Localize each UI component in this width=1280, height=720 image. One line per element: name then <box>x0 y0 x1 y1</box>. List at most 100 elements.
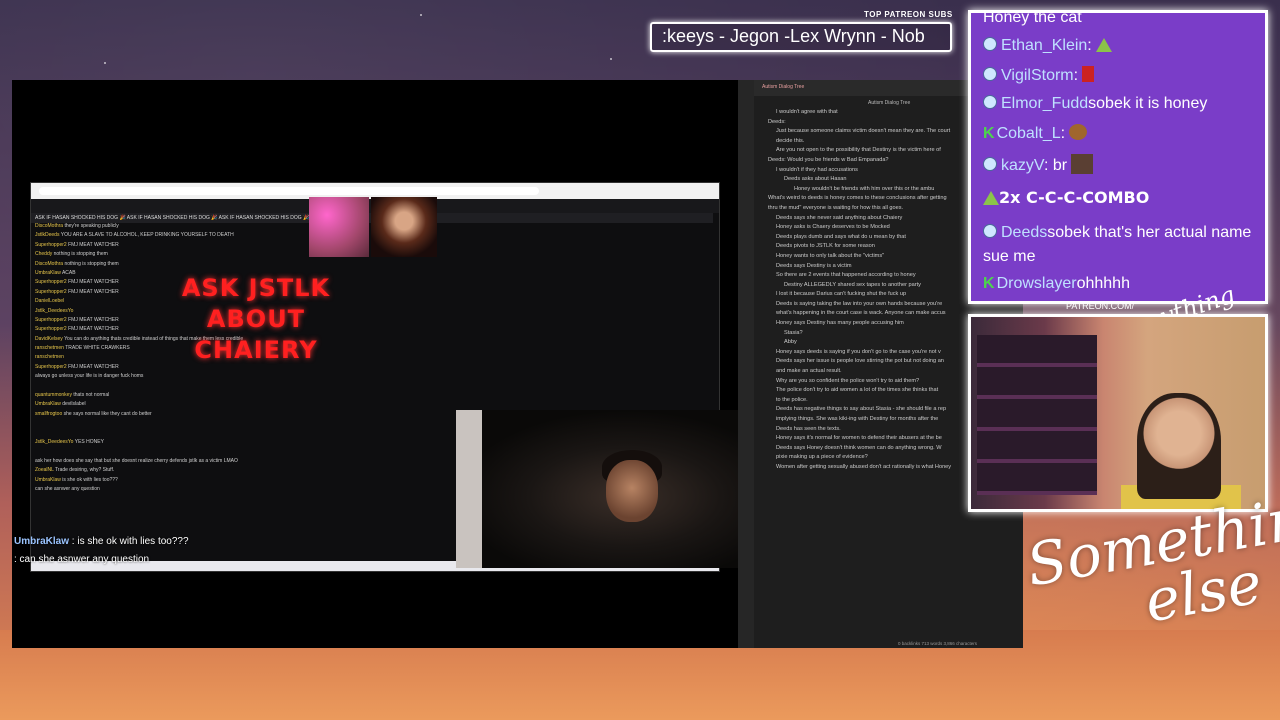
overlay-chat-user: UmbraKlaw <box>14 536 70 547</box>
chat-message: devilslabel <box>62 401 86 408</box>
top-patreon-subs-label: TOP PATREON SUBS <box>864 10 953 19</box>
platform-badge-icon <box>983 224 997 238</box>
chat-username[interactable]: ZoealNL <box>35 467 54 473</box>
chat-message: Trade desiring, why? Stuff. <box>55 467 115 474</box>
chat-message: ask her how does she say that but she do… <box>35 457 238 464</box>
top-patreon-subs-box: :keeys - Jegon -Lex Wrynn - Nob <box>650 22 952 52</box>
top-patreon-subs-text: :keeys - Jegon -Lex Wrynn - Nob <box>662 26 925 46</box>
chat-username[interactable]: Superhopper2 <box>35 279 67 285</box>
platform-badge-icon <box>983 37 997 51</box>
overlay-chat-text: sobek it is honey <box>1088 95 1208 112</box>
overlay-chat-message: kazyV: br <box>983 154 1094 175</box>
pyramid-emote-icon <box>1095 38 1112 52</box>
chat-message: FMJ MEAT WATCHER <box>68 326 119 333</box>
overlay-chat-text: : <box>1060 125 1066 142</box>
chat-message: she says normal like they cant do better <box>63 410 152 417</box>
chat-line: always go unless your life is in danger … <box>31 373 713 382</box>
chat-username[interactable]: quantummonkey <box>35 392 72 398</box>
chat-line: DiscoMothra nothing is stopping them <box>31 261 713 270</box>
overlay-chat-message: Elmor_Fuddsobek it is honey <box>983 95 1207 113</box>
chat-message: FMJ MEAT WATCHER <box>68 279 119 286</box>
chat-username[interactable]: DiscoMothra <box>35 261 63 267</box>
kick-badge-icon: K <box>983 125 995 142</box>
overlay-chat-message: Deedssobek that's her actual name sue me <box>983 221 1253 269</box>
chat-line: Superhopper2 FMJ MEAT WATCHER <box>31 364 713 373</box>
overlay-chat-text: : br <box>1043 157 1068 174</box>
chat-username[interactable]: ranschetmen <box>35 345 64 351</box>
chat-username[interactable]: UmbraKlaw <box>35 270 61 276</box>
chat-username[interactable]: UmbraKlaw <box>35 401 61 407</box>
chat-message: nothing is stopping them <box>64 260 119 267</box>
pic-emote-icon <box>1071 154 1094 174</box>
chat-username[interactable]: ranschetmen <box>35 354 64 360</box>
platform-badge-icon <box>983 67 997 81</box>
chat-username[interactable]: DavidKelsey <box>35 336 63 342</box>
overlay-chat-line: UmbraKlaw : is she ok with lies too??? <box>14 533 189 551</box>
chat-message: ACAB <box>61 269 76 276</box>
overlay-chat-user: VigilStorm <box>1001 67 1074 84</box>
figure-emote-icon <box>1082 66 1095 82</box>
kick-badge-icon: K <box>983 275 995 292</box>
overlay-chat-user: Cobalt_L <box>996 125 1061 142</box>
platform-badge-icon <box>983 95 997 109</box>
overlay-chat-text: : is she ok with lies too??? <box>71 536 189 547</box>
chat-username[interactable]: Jstlk_DeedeesYo <box>35 439 73 445</box>
stream-chat-overlay: UmbraKlaw : is she ok with lies too??? :… <box>14 533 189 569</box>
address-bar[interactable] <box>39 187 539 195</box>
woman-thumbnail <box>371 197 437 257</box>
chat-username[interactable]: JstlkDeeds <box>35 232 59 238</box>
overlay-chat-text: ohhhhh <box>1076 275 1130 292</box>
notes-status-bar: 0 backlinks 713 words 3,866 characters <box>898 641 978 646</box>
overlay-chat-message: Ethan_Klein: <box>983 37 1112 55</box>
chat-line: Superhopper2 FMJ MEAT WATCHER <box>31 326 713 335</box>
bear-emote-icon <box>1069 124 1088 140</box>
overlay-chat-text: : can she asnwer any question <box>14 554 150 565</box>
chat-message: nothing is stopping them <box>53 251 108 258</box>
chat-username[interactable]: Cheddy <box>35 251 52 257</box>
chat-line <box>31 383 713 392</box>
chat-line: DavidKelsey You can do anything thats cr… <box>31 336 713 345</box>
chat-message: FMJ MEAT WATCHER <box>68 316 119 323</box>
chat-message: is she ok with lies too??? <box>62 476 118 483</box>
chat-username[interactable]: Jstlk_DeedeesYo <box>35 308 73 314</box>
streamer-face <box>1137 393 1221 499</box>
chat-line: Superhopper2 FMJ MEAT WATCHER <box>31 317 713 326</box>
chat-message: FMJ MEAT WATCHER <box>68 288 119 295</box>
chat-username[interactable]: Superhopper2 <box>35 289 67 295</box>
webcam-wall <box>456 410 482 568</box>
overlay-chat-message: K Cobalt_L: <box>983 124 1088 143</box>
overlay-chat-user: Ethan_Klein <box>1001 37 1088 54</box>
overlay-chat-text: : <box>1073 67 1079 84</box>
chat-username[interactable]: Superhopper2 <box>35 317 67 323</box>
chat-message: YOU ARE A SLAVE TO ALCOHOL, KEEP DRINKIN… <box>60 232 234 239</box>
overlay-chat-message: K Drowslayerohhhhh <box>983 275 1130 293</box>
overlay-chat-text: : <box>1087 37 1092 54</box>
chat-username[interactable]: Superhopper2 <box>35 326 67 332</box>
platform-badge-icon <box>983 157 997 171</box>
chat-username[interactable]: UmbraKlaw <box>35 477 61 483</box>
overlay-chat-message: VigilStorm: <box>983 66 1095 85</box>
star <box>104 62 106 64</box>
chat-message: thats not normal <box>73 392 110 399</box>
chat-line: Superhopper2 FMJ MEAT WATCHER <box>31 279 713 288</box>
chat-username[interactable]: DanielLoebel <box>35 298 64 304</box>
guest-face <box>606 460 658 522</box>
chat-line: UmbraKlaw ACAB <box>31 270 713 279</box>
notes-ribbon <box>738 80 754 648</box>
shelf <box>977 335 1097 495</box>
chat-username[interactable]: DiscoMothra <box>35 223 63 229</box>
notes-title: Autism Dialog Tree <box>868 100 911 106</box>
chat-message: FMJ MEAT WATCHER <box>68 241 119 248</box>
chat-username[interactable]: Superhopper2 <box>35 364 67 370</box>
overlay-chat-message: 2x C-C-C-COMBO <box>983 188 1149 208</box>
chat-line: Superhopper2 FMJ MEAT WATCHER <box>31 289 713 298</box>
chat-line: ranschetmen TRADE WHITE CRAWKERS <box>31 345 713 354</box>
chat-username[interactable]: smallfrogtoo <box>35 411 62 417</box>
overlay-chat-line: : can she asnwer any question <box>14 551 189 569</box>
pink-thumbnail <box>309 197 369 257</box>
guest-webcam <box>456 410 738 568</box>
notes-tab[interactable]: Autism Dialog Tree <box>762 84 804 90</box>
chat-username[interactable]: Superhopper2 <box>35 242 67 248</box>
chat-line: ranschetmen <box>31 354 713 363</box>
chat-message: they're speaking publicly <box>64 223 119 229</box>
